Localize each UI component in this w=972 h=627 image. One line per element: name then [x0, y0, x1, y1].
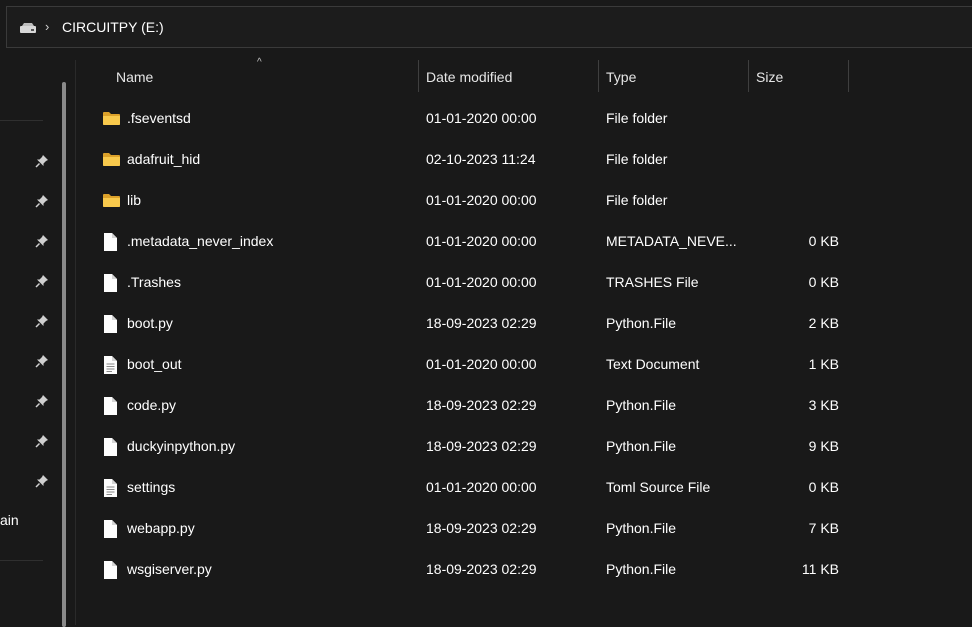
pin-icon[interactable]: [35, 354, 49, 368]
file-row[interactable]: .fseventsd 01-01-2020 00:00 File folder: [78, 98, 972, 139]
file-icon: [102, 519, 118, 542]
column-header: ^ Name Date modified Type Size: [78, 57, 972, 94]
file-size: 1 KB: [808, 356, 839, 372]
file-type: Python.File: [606, 561, 677, 577]
address-bar[interactable]: › CIRCUITPY (E:): [6, 6, 972, 48]
file-name: boot_out: [127, 356, 182, 372]
file-row[interactable]: .Trashes 01-01-2020 00:00 TRASHES File 0 KB: [78, 262, 972, 303]
file-name: lib: [127, 192, 142, 208]
file-icon: [102, 273, 118, 296]
breadcrumb-separator[interactable]: ›: [45, 19, 49, 34]
file-type: Python.File: [606, 438, 677, 454]
file-type: Toml Source File: [606, 479, 711, 495]
file-size: 2 KB: [808, 315, 839, 331]
file-date-modified: 01-01-2020 00:00: [426, 192, 537, 208]
file-size: 3 KB: [808, 397, 839, 413]
file-size: 7 KB: [808, 520, 839, 536]
file-row[interactable]: boot.py 18-09-2023 02:29 Python.File 2 KB: [78, 303, 972, 344]
drive-icon: [19, 21, 37, 37]
file-row[interactable]: settings 01-01-2020 00:00 Toml Source File…: [78, 467, 972, 508]
pin-icon[interactable]: [35, 274, 49, 288]
file-name: wsgiserver.py: [127, 561, 212, 577]
file-icon: [102, 560, 118, 583]
column-size[interactable]: Size: [756, 69, 783, 85]
column-divider[interactable]: [748, 60, 749, 92]
file-row[interactable]: duckyinpython.py 18-09-2023 02:29 Python.F…: [78, 426, 972, 467]
breadcrumb-drive[interactable]: CIRCUITPY (E:): [62, 19, 164, 35]
pin-icon[interactable]: [35, 154, 49, 168]
file-type: File folder: [606, 110, 668, 126]
file-date-modified: 18-09-2023 02:29: [426, 315, 537, 331]
folder-icon: [102, 192, 121, 211]
pane-divider[interactable]: [75, 60, 76, 625]
column-divider[interactable]: [848, 60, 849, 92]
file-date-modified: 18-09-2023 02:29: [426, 397, 537, 413]
file-type: METADATA_NEVE...: [606, 233, 737, 249]
column-name[interactable]: Name: [116, 69, 153, 85]
file-icon: [102, 232, 118, 255]
file-name: .fseventsd: [127, 110, 191, 126]
file-row[interactable]: adafruit_hid 02-10-2023 11:24 File folder: [78, 139, 972, 180]
file-icon: [102, 437, 118, 460]
folder-icon: [102, 110, 121, 129]
text-file-icon: [102, 355, 118, 378]
file-size: 0 KB: [808, 274, 839, 290]
file-icon: [102, 396, 118, 419]
file-date-modified: 18-09-2023 02:29: [426, 561, 537, 577]
navigation-pane: ain: [0, 60, 76, 627]
column-divider[interactable]: [598, 60, 599, 92]
nav-item-label[interactable]: ain: [0, 512, 19, 528]
column-divider[interactable]: [418, 60, 419, 92]
file-size: 9 KB: [808, 438, 839, 454]
file-date-modified: 01-01-2020 00:00: [426, 274, 537, 290]
file-name: webapp.py: [127, 520, 195, 536]
file-name: .metadata_never_index: [127, 233, 274, 249]
file-type: Python.File: [606, 397, 677, 413]
file-date-modified: 18-09-2023 02:29: [426, 438, 537, 454]
file-type: Python.File: [606, 520, 677, 536]
file-date-modified: 01-01-2020 00:00: [426, 479, 537, 495]
file-row[interactable]: lib 01-01-2020 00:00 File folder: [78, 180, 972, 221]
file-date-modified: 01-01-2020 00:00: [426, 110, 537, 126]
file-date-modified: 01-01-2020 00:00: [426, 356, 537, 372]
file-type: Text Document: [606, 356, 700, 372]
file-name: duckyinpython.py: [127, 438, 236, 454]
file-type: Python.File: [606, 315, 677, 331]
file-name: adafruit_hid: [127, 151, 201, 167]
file-type: TRASHES File: [606, 274, 699, 290]
file-size: 0 KB: [808, 479, 839, 495]
folder-icon: [102, 151, 121, 170]
file-name: settings: [127, 479, 176, 495]
nav-divider: [0, 120, 43, 121]
nav-scrollbar-thumb[interactable]: [62, 82, 66, 627]
column-type[interactable]: Type: [606, 69, 636, 85]
pin-icon[interactable]: [35, 434, 49, 448]
file-date-modified: 02-10-2023 11:24: [426, 151, 536, 167]
file-name: code.py: [127, 397, 177, 413]
text-file-icon: [102, 478, 118, 501]
file-size: 11 KB: [801, 561, 839, 577]
sort-ascending-icon: ^: [257, 57, 262, 68]
pin-icon[interactable]: [35, 474, 49, 488]
pin-icon[interactable]: [35, 194, 49, 208]
file-type: File folder: [606, 151, 668, 167]
pin-icon[interactable]: [35, 314, 49, 328]
file-name: boot.py: [127, 315, 173, 331]
pin-icon[interactable]: [35, 234, 49, 248]
file-row[interactable]: wsgiserver.py 18-09-2023 02:29 Python.File…: [78, 549, 972, 590]
file-row[interactable]: .metadata_never_index 01-01-2020 00:00 MET…: [78, 221, 972, 262]
file-name: .Trashes: [127, 274, 181, 290]
file-date-modified: 18-09-2023 02:29: [426, 520, 537, 536]
pin-icon[interactable]: [35, 394, 49, 408]
file-row[interactable]: boot_out 01-01-2020 00:00 Text Document 1 K…: [78, 344, 972, 385]
file-date-modified: 01-01-2020 00:00: [426, 233, 537, 249]
file-type: File folder: [606, 192, 668, 208]
file-row[interactable]: webapp.py 18-09-2023 02:29 Python.File 7 KB: [78, 508, 972, 549]
file-icon: [102, 314, 118, 337]
file-size: 0 KB: [808, 233, 839, 249]
column-date-modified[interactable]: Date modified: [426, 69, 512, 85]
nav-divider: [0, 560, 43, 561]
file-row[interactable]: code.py 18-09-2023 02:29 Python.File 3 KB: [78, 385, 972, 426]
